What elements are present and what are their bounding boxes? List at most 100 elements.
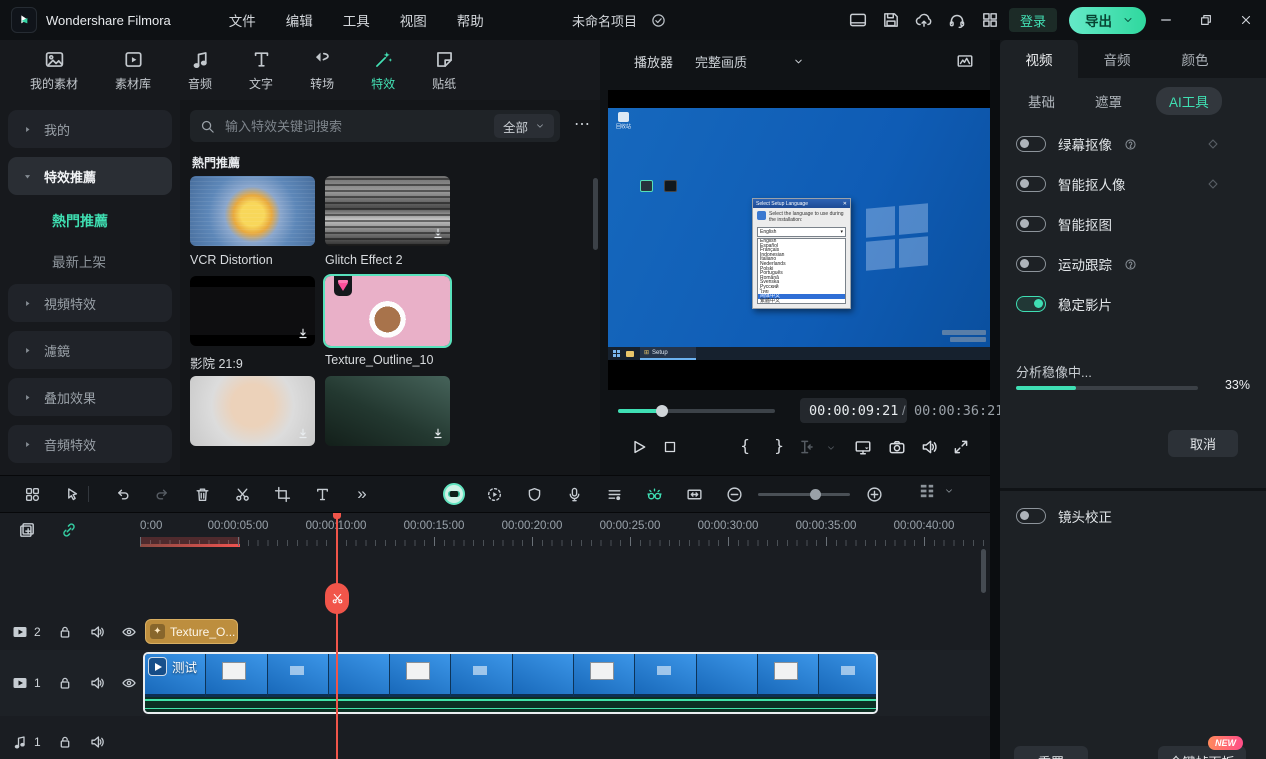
effect-card[interactable] — [325, 376, 450, 475]
toggle-switch[interactable] — [1016, 136, 1046, 152]
subcategory-1-0[interactable]: 熱門推薦 — [8, 204, 172, 238]
tab-effects[interactable]: 特效 — [371, 49, 395, 92]
add-track-icon[interactable] — [18, 521, 36, 539]
visibility-eye-icon[interactable] — [121, 675, 137, 691]
subcategory-1-1[interactable]: 最新上架 — [8, 244, 172, 278]
support-headset-icon[interactable] — [948, 11, 966, 29]
toggle-switch[interactable] — [1016, 296, 1046, 312]
lens-correction-toggle[interactable] — [1016, 508, 1046, 524]
lock-icon[interactable] — [57, 624, 73, 640]
menu-item-2[interactable]: 工具 — [343, 10, 370, 30]
tab-transition[interactable]: 转场 — [310, 49, 334, 92]
tab-my-media[interactable]: 我的素材 — [30, 49, 78, 92]
mute-speaker-icon[interactable] — [89, 624, 105, 640]
subtab-mask[interactable]: 遮罩 — [1095, 91, 1122, 111]
effect-card[interactable]: VCR Distortion — [190, 176, 315, 276]
media-layout-icon[interactable] — [20, 482, 44, 506]
category-5[interactable]: 音頻特效 — [8, 425, 172, 463]
scrubber-handle[interactable] — [656, 405, 668, 417]
menu-item-0[interactable]: 文件 — [229, 10, 256, 30]
effect-thumbnail[interactable] — [325, 276, 450, 346]
tab-stock[interactable]: 素材库 — [115, 49, 151, 92]
scopes-icon[interactable] — [956, 52, 974, 70]
render-queue-icon[interactable] — [602, 482, 626, 506]
search-input[interactable] — [223, 118, 486, 135]
menu-item-3[interactable]: 视图 — [400, 10, 427, 30]
display-output-icon[interactable] — [854, 438, 872, 456]
volume-icon[interactable] — [920, 438, 938, 456]
zoom-in-icon[interactable] — [862, 482, 886, 506]
subtab-basic[interactable]: 基础 — [1028, 91, 1055, 111]
category-4[interactable]: 叠加效果 — [8, 378, 172, 416]
ar-glasses-icon[interactable] — [642, 482, 666, 506]
mark-out-icon[interactable]: } — [774, 436, 784, 455]
redo-icon[interactable] — [150, 482, 174, 506]
preview-render-icon[interactable] — [482, 482, 506, 506]
fullscreen-icon[interactable] — [952, 438, 970, 456]
restore-button[interactable] — [1186, 0, 1226, 40]
main-video-clip[interactable]: 测试 — [143, 652, 878, 714]
zoom-slider-handle[interactable] — [810, 489, 821, 500]
effect-thumbnail[interactable] — [325, 176, 450, 246]
subtab-ai-tools[interactable]: AI工具 — [1156, 87, 1222, 115]
timeline-scrollbar[interactable] — [981, 549, 986, 593]
category-0[interactable]: 我的 — [8, 110, 172, 148]
more-tools-icon[interactable]: » — [350, 482, 374, 506]
effect-card[interactable]: Texture_Outline_10 — [325, 276, 450, 376]
effect-card[interactable]: 影院 21:9 — [190, 276, 315, 376]
playhead-scissors-button[interactable] — [325, 583, 349, 614]
undo-icon[interactable] — [110, 482, 134, 506]
cloud-upload-icon[interactable] — [915, 11, 933, 29]
tab-text[interactable]: 文字 — [249, 49, 273, 92]
tab-audio[interactable]: 音频 — [1078, 40, 1156, 78]
mute-speaker-icon[interactable] — [89, 675, 105, 691]
save-icon[interactable] — [882, 11, 900, 29]
effect-thumbnail[interactable] — [190, 276, 315, 346]
delete-icon[interactable] — [190, 482, 214, 506]
menu-item-4[interactable]: 帮助 — [457, 10, 484, 30]
toggle-switch[interactable] — [1016, 176, 1046, 192]
close-button[interactable] — [1226, 0, 1266, 40]
effect-card[interactable] — [190, 376, 315, 475]
timeline-zoom-slider[interactable] — [758, 493, 850, 496]
category-2[interactable]: 視頻特效 — [8, 284, 172, 322]
export-button[interactable]: 导出 — [1069, 7, 1146, 34]
tab-video[interactable]: 视频 — [1000, 40, 1078, 78]
effect-clip[interactable]: ✦ Texture_O... — [145, 619, 238, 644]
tab-audio[interactable]: 音频 — [188, 49, 212, 92]
link-clips-icon[interactable] — [60, 521, 78, 539]
marker-shield-icon[interactable] — [522, 482, 546, 506]
filter-dropdown[interactable]: 全部 — [494, 114, 554, 138]
lock-icon[interactable] — [57, 734, 73, 750]
voiceover-mic-icon[interactable] — [562, 482, 586, 506]
category-1[interactable]: 特效推薦 — [8, 157, 172, 195]
minimize-button[interactable] — [1146, 0, 1186, 40]
crop-icon[interactable] — [270, 482, 294, 506]
timeline-ruler[interactable]: 00:00:0000:00:05:0000:00:10:0000:00:15:0… — [140, 513, 990, 547]
auto-fit-icon[interactable] — [682, 482, 706, 506]
snapshot-camera-icon[interactable] — [888, 438, 906, 456]
play-button[interactable] — [630, 438, 648, 456]
layout-panel-icon[interactable] — [849, 11, 867, 29]
mute-speaker-icon[interactable] — [89, 734, 105, 750]
toggle-switch[interactable] — [1016, 256, 1046, 272]
playhead[interactable] — [336, 513, 338, 759]
effect-thumbnail[interactable] — [325, 376, 450, 446]
apps-grid-icon[interactable] — [981, 11, 999, 29]
tab-color[interactable]: 颜色 — [1156, 40, 1234, 78]
select-tool-icon[interactable] — [60, 482, 84, 506]
menu-item-1[interactable]: 编辑 — [286, 10, 313, 30]
more-options-button[interactable]: ⋯ — [574, 114, 592, 134]
quality-dropdown[interactable]: 完整画质 — [695, 52, 804, 71]
playback-scrubber[interactable] — [618, 409, 775, 413]
reset-button[interactable]: 重置 — [1014, 746, 1088, 759]
category-3[interactable]: 濾鏡 — [8, 331, 172, 369]
mark-in-icon[interactable]: { — [740, 436, 750, 455]
effect-card[interactable]: Glitch Effect 2 — [325, 176, 450, 276]
effect-thumbnail[interactable] — [190, 376, 315, 446]
stop-button[interactable] — [662, 439, 678, 455]
lock-icon[interactable] — [57, 675, 73, 691]
track-height-icon[interactable] — [918, 482, 936, 500]
tab-sticker[interactable]: 贴纸 — [432, 49, 456, 92]
ai-assistant-icon[interactable] — [442, 482, 466, 506]
